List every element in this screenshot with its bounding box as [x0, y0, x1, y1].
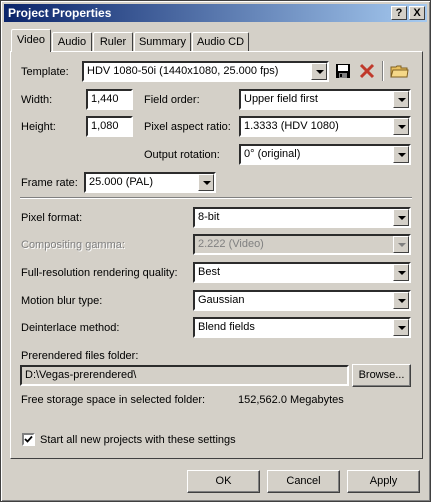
chevron-down-icon[interactable] — [393, 146, 409, 163]
field-order-value: Upper field first — [244, 93, 318, 105]
browse-button[interactable]: Browse... — [352, 364, 411, 387]
free-space-label: Free storage space in selected folder: — [21, 394, 206, 406]
help-button[interactable]: ? — [391, 6, 407, 20]
chevron-down-icon[interactable] — [393, 209, 409, 226]
output-rotation-value: 0° (original) — [244, 148, 301, 160]
toolbar-separator — [382, 61, 384, 81]
folder-icon[interactable] — [389, 61, 409, 81]
tab-audio[interactable]: Audio — [52, 32, 92, 51]
chevron-down-icon[interactable] — [393, 319, 409, 336]
pixel-aspect-value: 1.3333 (HDV 1080) — [244, 120, 339, 132]
compositing-gamma-label: Compositing gamma: — [21, 239, 125, 251]
compositing-gamma-value: 2.222 (Video) — [198, 238, 264, 250]
pixel-format-value: 8-bit — [198, 211, 220, 223]
height-input[interactable]: 1,080 — [86, 116, 133, 137]
render-quality-select[interactable]: Best — [193, 262, 411, 283]
checkmark-icon — [24, 435, 33, 443]
template-select[interactable]: HDV 1080-50i (1440x1080, 25.000 fps) — [82, 61, 329, 82]
frame-rate-select[interactable]: 25.000 (PAL) — [84, 172, 216, 193]
pixel-format-label: Pixel format: — [21, 212, 83, 224]
start-all-label: Start all new projects with these settin… — [40, 434, 236, 446]
cancel-button[interactable]: Cancel — [267, 470, 340, 493]
chevron-down-icon[interactable] — [311, 63, 327, 80]
ok-button[interactable]: OK — [187, 470, 260, 493]
save-template-icon[interactable] — [333, 61, 353, 81]
render-quality-value: Best — [198, 266, 221, 278]
chevron-down-icon[interactable] — [393, 264, 409, 281]
pixel-aspect-select[interactable]: 1.3333 (HDV 1080) — [239, 116, 411, 137]
tab-video[interactable]: Video — [11, 29, 51, 52]
compositing-gamma-select: 2.222 (Video) — [193, 234, 411, 255]
render-quality-label: Full-resolution rendering quality: — [21, 267, 178, 279]
template-value: HDV 1080-50i (1440x1080, 25.000 fps) — [87, 65, 279, 77]
section-separator — [20, 197, 412, 199]
template-label: Template: — [21, 66, 69, 78]
output-rotation-label: Output rotation: — [144, 149, 220, 161]
motion-blur-label: Motion blur type: — [21, 295, 103, 307]
motion-blur-select[interactable]: Gaussian — [193, 290, 411, 311]
deinterlace-value: Blend fields — [198, 321, 255, 333]
project-properties-dialog: Project Properties ? X Video Audio Ruler… — [0, 0, 431, 502]
prerender-folder-label: Prerendered files folder: — [21, 350, 139, 362]
deinterlace-label: Deinterlace method: — [21, 322, 120, 334]
chevron-down-icon[interactable] — [393, 292, 409, 309]
chevron-down-icon[interactable] — [393, 118, 409, 135]
apply-button[interactable]: Apply — [347, 470, 420, 493]
tab-summary[interactable]: Summary — [134, 32, 191, 51]
height-label: Height: — [21, 121, 56, 133]
title-bar: Project Properties ? X — [4, 4, 427, 22]
chevron-down-icon — [393, 236, 409, 253]
motion-blur-value: Gaussian — [198, 294, 245, 306]
frame-rate-label: Frame rate: — [21, 177, 78, 189]
window-title: Project Properties — [8, 6, 112, 20]
field-order-select[interactable]: Upper field first — [239, 89, 411, 110]
tab-ruler[interactable]: Ruler — [93, 32, 133, 51]
start-all-checkbox[interactable] — [22, 433, 35, 446]
output-rotation-select[interactable]: 0° (original) — [239, 144, 411, 165]
pixel-aspect-label: Pixel aspect ratio: — [144, 121, 231, 133]
chevron-down-icon[interactable] — [393, 91, 409, 108]
width-input[interactable]: 1,440 — [86, 89, 133, 110]
width-label: Width: — [21, 94, 53, 106]
frame-rate-value: 25.000 (PAL) — [89, 176, 154, 188]
video-tab-panel: Template: HDV 1080-50i (1440x1080, 25.00… — [10, 51, 423, 459]
chevron-down-icon[interactable] — [198, 174, 214, 191]
close-button[interactable]: X — [409, 6, 425, 20]
field-order-label: Field order: — [144, 94, 200, 106]
delete-template-icon[interactable] — [357, 61, 377, 81]
tab-audio-cd[interactable]: Audio CD — [192, 32, 249, 51]
prerender-folder-field: D:\Vegas-prerendered\ — [20, 365, 349, 386]
free-space-value: 152,562.0 Megabytes — [238, 394, 344, 406]
deinterlace-select[interactable]: Blend fields — [193, 317, 411, 338]
pixel-format-select[interactable]: 8-bit — [193, 207, 411, 228]
